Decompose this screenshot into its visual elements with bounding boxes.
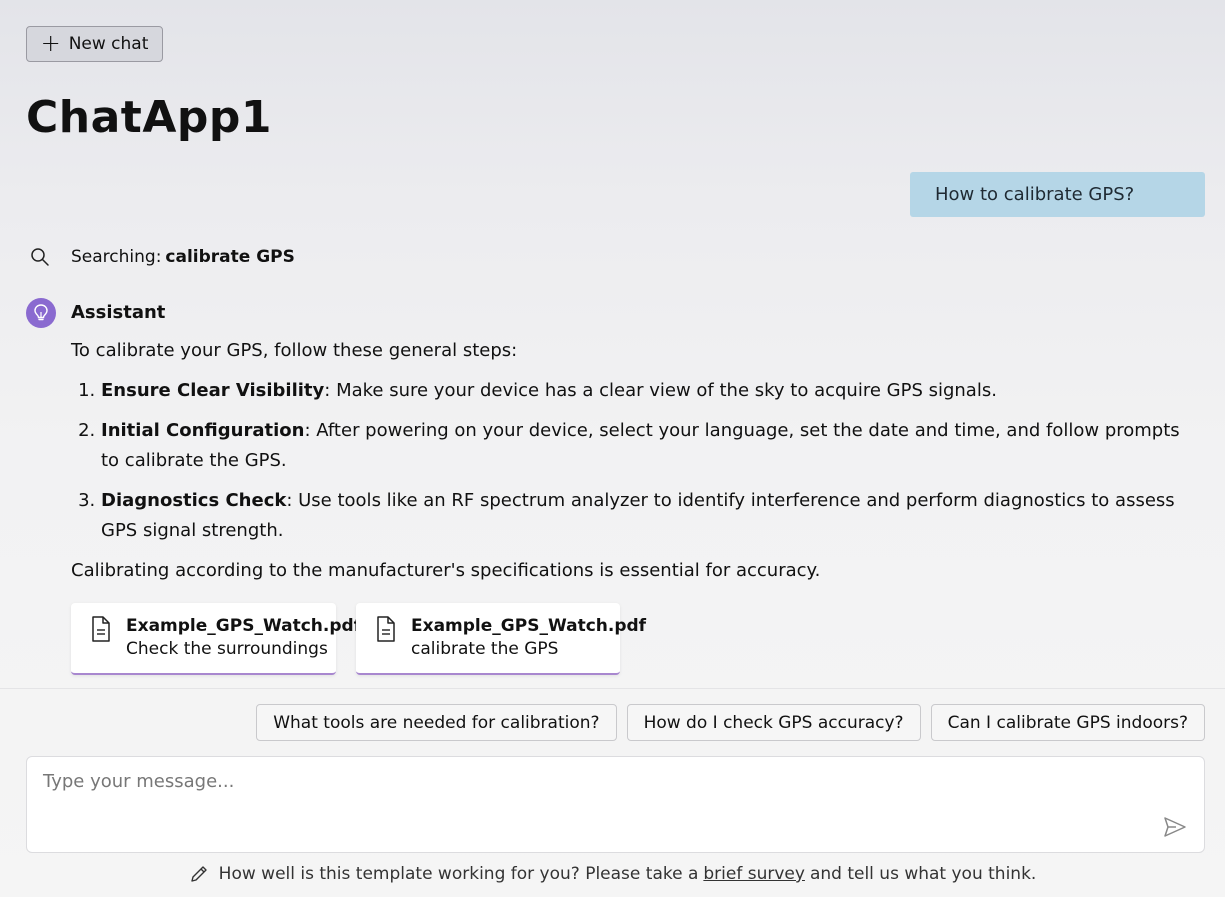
user-message-bubble: How to calibrate GPS? (910, 172, 1205, 217)
suggestion-chip[interactable]: What tools are needed for calibration? (256, 704, 617, 741)
suggestion-chip[interactable]: How do I check GPS accuracy? (626, 704, 921, 741)
suggestion-list: What tools are needed for calibration? H… (256, 704, 1205, 741)
new-chat-button[interactable]: + New chat (26, 26, 163, 62)
step-title: Initial Configuration (101, 420, 305, 441)
step-title: Diagnostics Check (101, 490, 287, 511)
assistant-name: Assistant (71, 302, 166, 323)
plus-icon: + (40, 29, 61, 57)
message-input[interactable] (27, 757, 1204, 852)
pencil-icon (190, 866, 207, 882)
app-title: ChatApp1 (26, 92, 272, 143)
citation-card[interactable]: Example_GPS_Watch.pdf Check the surround… (71, 603, 361, 675)
citation-list: Example_GPS_Watch.pdf Check the surround… (71, 603, 646, 675)
footer-text-before: How well is this template working for yo… (218, 864, 699, 884)
assistant-avatar (26, 298, 56, 328)
assistant-answer: To calibrate your GPS, follow these gene… (71, 336, 1181, 596)
suggestion-chip[interactable]: Can I calibrate GPS indoors? (930, 704, 1205, 741)
search-query: calibrate GPS (165, 247, 295, 267)
send-icon[interactable] (1162, 814, 1188, 840)
step-title: Ensure Clear Visibility (101, 380, 325, 401)
citation-desc: Check the surroundings (126, 639, 328, 659)
answer-intro: To calibrate your GPS, follow these gene… (71, 340, 518, 361)
divider (0, 688, 1225, 689)
answer-outro: Calibrating according to the manufacture… (71, 560, 821, 581)
citation-file: Example_GPS_Watch.pdf (411, 616, 647, 636)
search-icon (31, 248, 49, 266)
search-status: Searching: calibrate GPS (30, 247, 295, 267)
feedback-footer: How well is this template working for yo… (0, 864, 1225, 884)
new-chat-label: New chat (68, 34, 149, 54)
document-icon (377, 616, 395, 642)
footer-text-after: and tell us what you think. (809, 864, 1037, 884)
answer-step: Initial Configuration: After powering on… (101, 416, 1181, 476)
lightbulb-icon (34, 304, 48, 321)
citation-file: Example_GPS_Watch.pdf (126, 616, 362, 636)
user-message-text: How to calibrate GPS? (935, 184, 1135, 205)
answer-step: Ensure Clear Visibility: Make sure your … (101, 376, 1181, 406)
citation-card[interactable]: Example_GPS_Watch.pdf calibrate the GPS (356, 603, 646, 675)
search-prefix: Searching: (71, 247, 162, 267)
step-text: : Make sure your device has a clear view… (324, 380, 997, 401)
message-composer (26, 756, 1205, 853)
citation-desc: calibrate the GPS (411, 639, 559, 659)
answer-step: Diagnostics Check: Use tools like an RF … (101, 486, 1181, 546)
answer-steps: Ensure Clear Visibility: Make sure your … (71, 376, 1181, 546)
document-icon (92, 616, 110, 642)
survey-link[interactable]: brief survey (703, 864, 805, 884)
